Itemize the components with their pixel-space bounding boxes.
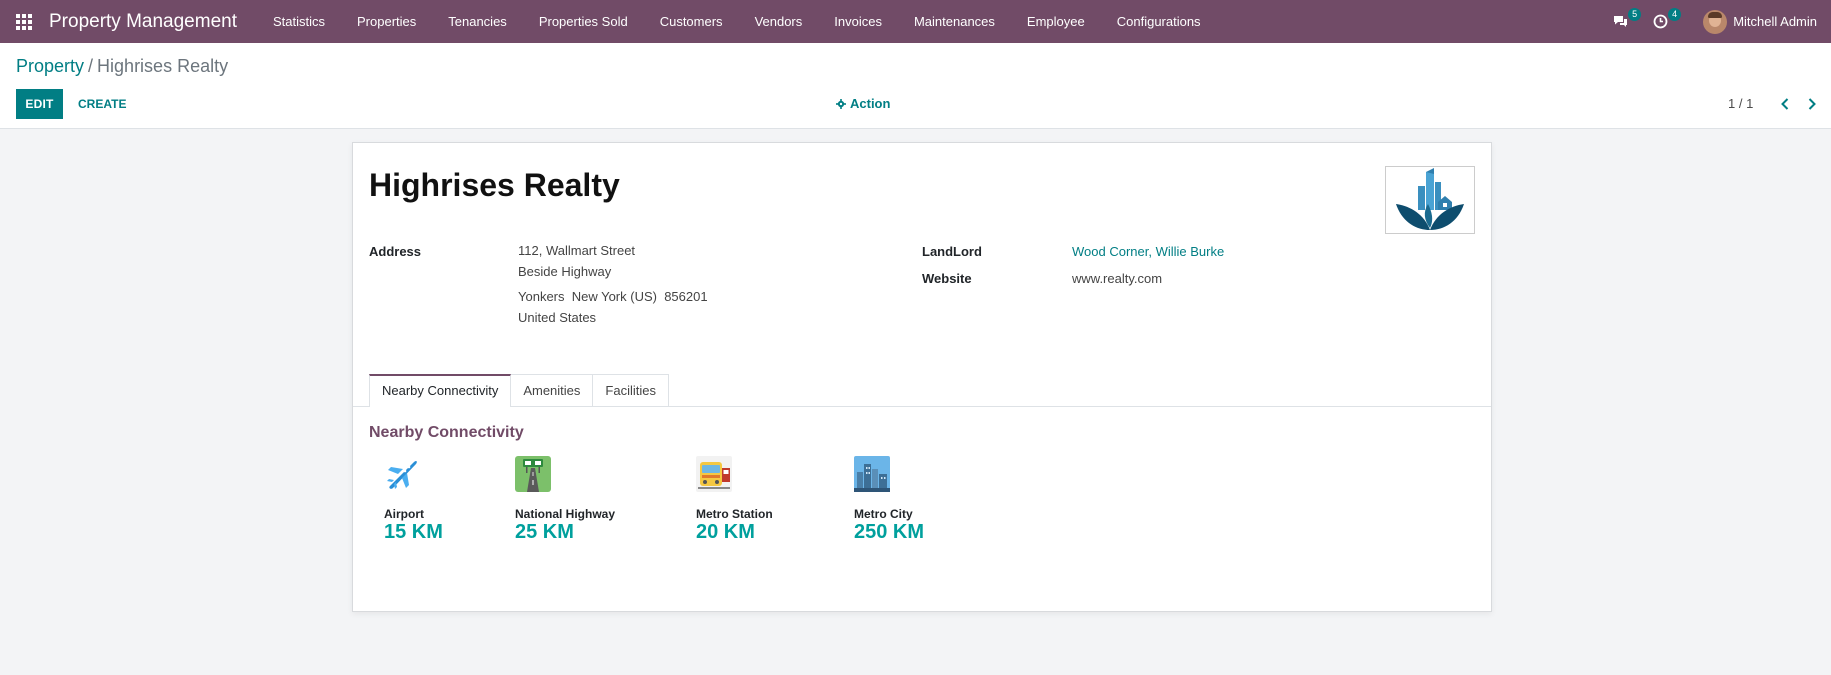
app-brand[interactable]: Property Management (49, 11, 237, 33)
avatar (1703, 9, 1728, 34)
tabs-divider (353, 406, 1491, 407)
airport-distance: 15 KM (384, 521, 443, 543)
landlord-link[interactable]: Wood Corner, Willie Burke (1072, 244, 1224, 259)
connectivity-item-airport: Airport 15 KM (384, 456, 443, 543)
notebook-tabs: Nearby Connectivity Amenities Facilities (369, 374, 669, 407)
menu-item-employee[interactable]: Employee (1011, 0, 1101, 43)
tab-amenities[interactable]: Amenities (510, 374, 594, 406)
city-skyline-icon (854, 456, 890, 492)
control-panel: Property / Highrises Realty EDIT CREATE Ac… (0, 43, 1831, 129)
user-menu[interactable]: Mitchell Admin (1703, 9, 1817, 34)
breadcrumb: Property / Highrises Realty (16, 56, 228, 77)
menu-item-invoices[interactable]: Invoices (818, 0, 898, 43)
address-street2: Beside Highway (518, 264, 612, 279)
user-name: Mitchell Admin (1733, 14, 1817, 29)
create-button[interactable]: CREATE (70, 89, 134, 119)
pager-next-button[interactable] (1802, 89, 1822, 119)
chevron-left-icon (1781, 98, 1789, 110)
form-sheet: Highrises Realty Address 112, Wallmart S… (352, 142, 1492, 612)
menu-item-tenancies[interactable]: Tenancies (432, 0, 523, 43)
metro-city-label: Metro City (854, 507, 913, 521)
main-menu: Statistics Properties Tenancies Properti… (257, 0, 1217, 43)
record-title: Highrises Realty (369, 167, 620, 203)
menu-item-customers[interactable]: Customers (644, 0, 739, 43)
metro-train-icon (696, 456, 732, 492)
messages-badge: 5 (1628, 7, 1642, 21)
messages-icon[interactable]: 5 (1609, 7, 1642, 33)
action-dropdown[interactable]: Action (836, 89, 890, 119)
apps-grid-icon[interactable] (15, 13, 33, 31)
metro-station-label: Metro Station (696, 507, 773, 521)
navbar-systray: 5 4 Mitchell Admin (1609, 0, 1831, 43)
section-title: Nearby Connectivity (369, 424, 524, 441)
breadcrumb-property-link[interactable]: Property (16, 56, 84, 76)
national-highway-label: National Highway (515, 507, 616, 521)
tab-facilities[interactable]: Facilities (592, 374, 669, 406)
edit-button[interactable]: EDIT (16, 89, 63, 119)
connectivity-item-metro-station: Metro Station 20 KM (696, 456, 773, 543)
breadcrumb-current: Highrises Realty (97, 56, 229, 76)
airplane-icon (387, 460, 417, 489)
connectivity-item-metro-city: Metro City 250 KM (854, 456, 924, 543)
breadcrumb-separator: / (88, 56, 94, 76)
gear-icon (836, 99, 846, 109)
menu-item-properties-sold[interactable]: Properties Sold (523, 0, 644, 43)
menu-item-statistics[interactable]: Statistics (257, 0, 341, 43)
website-label: Website (922, 271, 972, 286)
top-navbar: Property Management Statistics Propertie… (0, 0, 1831, 43)
airport-label: Airport (384, 507, 424, 521)
address-country: United States (518, 310, 597, 325)
highway-icon (515, 456, 551, 492)
address-street: 112, Wallmart Street (518, 243, 636, 258)
menu-item-maintenances[interactable]: Maintenances (898, 0, 1011, 43)
property-logo-image[interactable] (1385, 166, 1475, 234)
activity-badge: 4 (1668, 7, 1682, 21)
menu-item-properties[interactable]: Properties (341, 0, 432, 43)
website-value[interactable]: www.realty.com (1072, 271, 1162, 286)
action-label: Action (850, 96, 891, 111)
tab-nearby-connectivity[interactable]: Nearby Connectivity (369, 374, 512, 407)
address-label: Address (369, 244, 422, 259)
pager-value[interactable]: 1 / 1 (1728, 89, 1753, 119)
menu-item-configurations[interactable]: Configurations (1101, 0, 1217, 43)
address-city-state-zip: Yonkers New York (US) 856201 (518, 289, 708, 304)
connectivity-item-national-highway: National Highway 25 KM (515, 456, 615, 543)
building-leaf-logo-icon (1396, 168, 1464, 230)
national-highway-distance: 25 KM (515, 521, 574, 543)
activity-clock-icon[interactable]: 4 (1649, 7, 1682, 33)
metro-city-distance: 250 KM (854, 521, 925, 543)
chevron-right-icon (1808, 98, 1816, 110)
pager-previous-button[interactable] (1775, 89, 1795, 119)
menu-item-vendors[interactable]: Vendors (739, 0, 819, 43)
landlord-label: LandLord (922, 244, 982, 259)
metro-station-distance: 20 KM (696, 521, 755, 543)
